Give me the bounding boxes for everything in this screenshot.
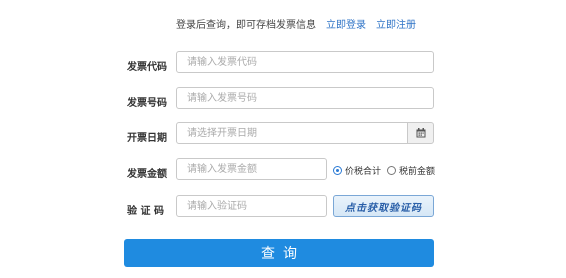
radio-pre-tax-amount-label: 税前金额 bbox=[399, 167, 436, 177]
captcha-input[interactable] bbox=[176, 195, 327, 217]
login-notice-text: 登录后查询，即可存档发票信息 bbox=[176, 20, 316, 31]
invoice-amount-label: 发票金额 bbox=[127, 169, 167, 180]
invoice-code-input[interactable] bbox=[176, 51, 434, 73]
query-button[interactable]: 查询 bbox=[124, 239, 434, 267]
amount-type-radio-group: 价税合计 税前金额 bbox=[333, 164, 435, 177]
invoice-amount-input[interactable] bbox=[176, 158, 327, 180]
radio-unselected-icon bbox=[387, 166, 397, 175]
radio-selected-icon bbox=[333, 166, 342, 175]
invoice-number-input[interactable] bbox=[176, 87, 434, 109]
login-notice: 登录后查询，即可存档发票信息 立即登录 立即注册 bbox=[176, 19, 416, 33]
calendar-button[interactable] bbox=[407, 122, 434, 144]
invoice-date-label: 开票日期 bbox=[127, 133, 167, 144]
invoice-code-label: 发票代码 bbox=[127, 62, 167, 73]
captcha-label: 验 证 码 bbox=[127, 206, 164, 217]
radio-tax-inclusive-total-label: 价税合计 bbox=[345, 167, 382, 177]
get-captcha-button[interactable]: 点击获取验证码 bbox=[333, 195, 434, 217]
register-link[interactable]: 立即注册 bbox=[376, 20, 416, 31]
invoice-date-input[interactable] bbox=[176, 122, 408, 144]
login-link[interactable]: 立即登录 bbox=[326, 20, 366, 31]
calendar-icon bbox=[416, 128, 425, 138]
radio-pre-tax-amount[interactable]: 税前金额 bbox=[387, 164, 435, 177]
radio-tax-inclusive-total[interactable]: 价税合计 bbox=[333, 164, 381, 177]
invoice-number-label: 发票号码 bbox=[127, 98, 167, 109]
